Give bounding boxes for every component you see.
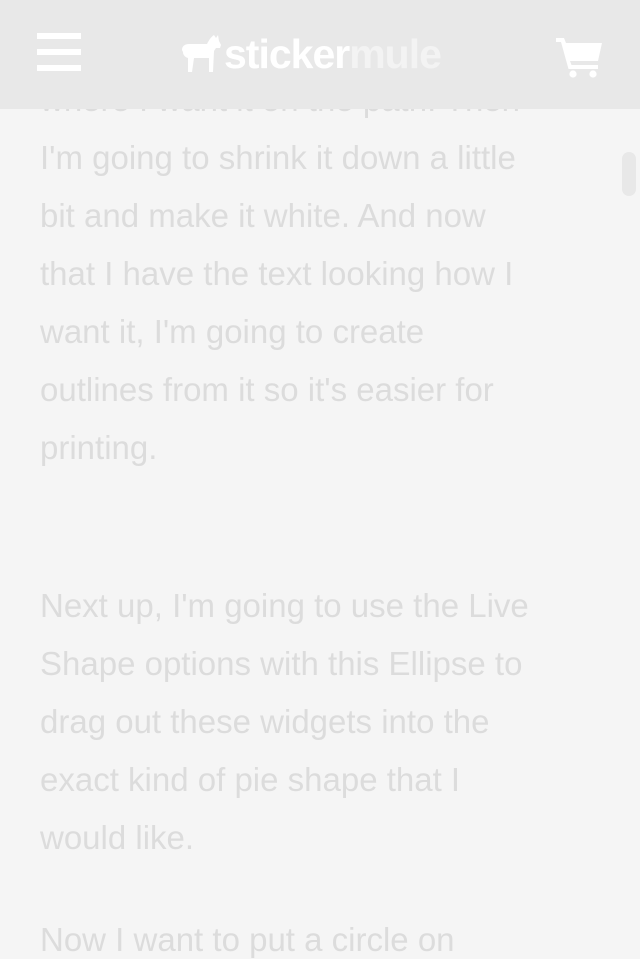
shopping-cart-icon[interactable]: [556, 36, 604, 78]
text-line: exact kind of pie shape that I: [40, 761, 461, 798]
page: where I want it on the path. Then I'm go…: [0, 0, 640, 959]
text-line: printing.: [40, 429, 158, 466]
text-line: drag out these widgets into the: [40, 703, 490, 740]
mule-icon: [182, 35, 221, 72]
menu-bar-line: [37, 33, 81, 39]
text-line: Shape options with this Ellipse to: [40, 645, 523, 682]
text-line: Now I want to put a circle on: [40, 921, 455, 958]
logo-wordmark: stickermule: [224, 26, 442, 82]
cart-glyph: [556, 38, 602, 78]
text-line: want it, I'm going to create: [40, 313, 425, 350]
menu-bar-line: [37, 49, 81, 55]
text-line: outlines from it so it's easier for: [40, 371, 494, 408]
stickermule-logo[interactable]: stickermule: [180, 26, 442, 82]
text-line: I'm going to shrink it down a little: [40, 139, 516, 176]
hamburger-menu-icon[interactable]: [37, 33, 81, 73]
article-paragraph: where I want it on the path. Then I'm go…: [40, 71, 600, 477]
menu-bar-line: [37, 65, 81, 71]
text-line: Next up, I'm going to use the Live: [40, 587, 529, 624]
text-line: would like.: [40, 819, 195, 856]
top-navigation-bar: stickermule: [0, 0, 640, 109]
logo-text-mule: mule: [349, 31, 442, 77]
text-line: that I have the text looking how I: [40, 255, 514, 292]
logo-text-sticker: sticker: [224, 31, 350, 77]
text-line: bit and make it white. And now: [40, 197, 486, 234]
scrollbar-thumb[interactable]: [622, 152, 636, 196]
article-paragraph: Next up, I'm going to use the Live Shape…: [40, 577, 600, 867]
article-paragraph: Now I want to put a circle on: [40, 911, 600, 959]
